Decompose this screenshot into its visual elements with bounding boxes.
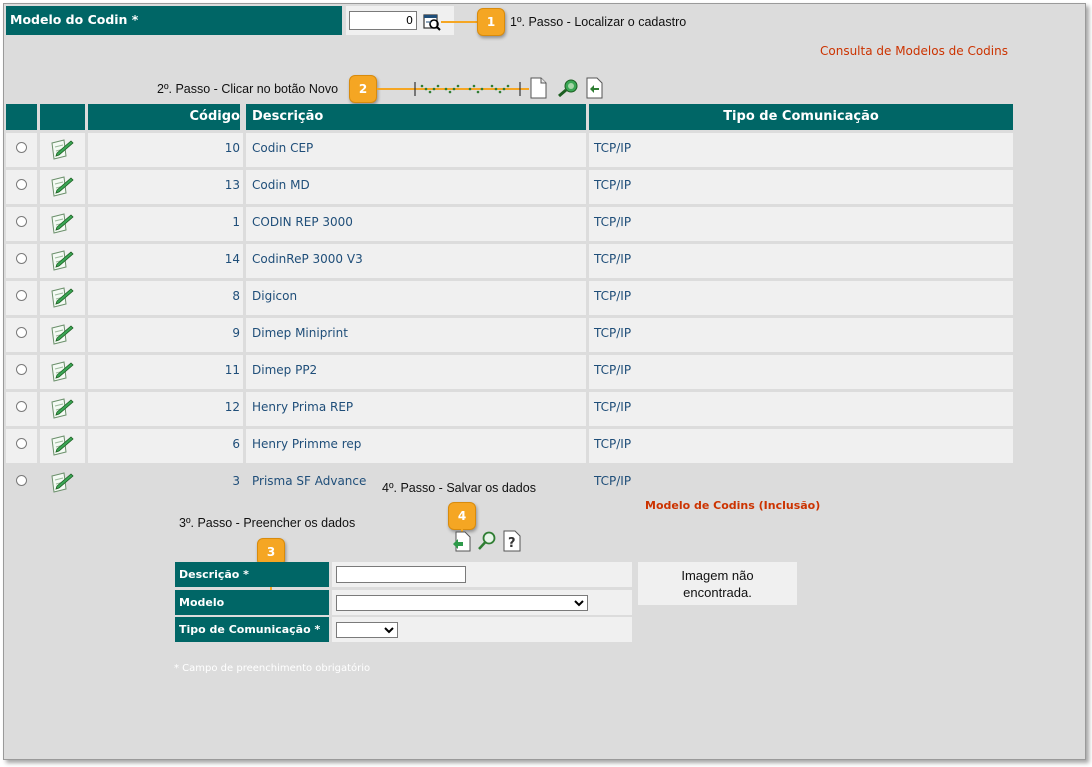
table-row-tipo-cell (589, 244, 1013, 278)
save-icon[interactable] (450, 530, 472, 552)
table-cell-tipo: TCP/IP (594, 289, 632, 303)
form-title: Modelo de Codins (Inclusão) (645, 499, 821, 512)
table-row-tipo-cell (589, 207, 1013, 241)
table-row-tipo-cell (589, 429, 1013, 463)
table-cell-codigo: 10 (224, 141, 240, 155)
row-select-radio[interactable] (16, 475, 27, 486)
table-row-tipo-cell (589, 466, 1013, 500)
table-row-tipo-cell (589, 392, 1013, 426)
table-cell-tipo: TCP/IP (594, 363, 632, 377)
table-header-radio-col (6, 104, 37, 130)
edit-record-icon[interactable] (49, 322, 75, 346)
table-row-tipo-cell (589, 170, 1013, 204)
table-row-tipo-cell (589, 133, 1013, 167)
edit-record-icon[interactable] (49, 137, 75, 161)
row-select-radio[interactable] (16, 290, 27, 301)
table-cell-descricao[interactable]: Prisma SF Advance (252, 474, 366, 488)
row-select-radio[interactable] (16, 438, 27, 449)
image-placeholder-line2: encontrada. (683, 585, 752, 600)
tipo-comunicacao-select[interactable] (336, 622, 398, 638)
table-cell-tipo: TCP/IP (594, 474, 632, 488)
table-cell-tipo: TCP/IP (594, 178, 632, 192)
pager-dots-icon[interactable] (414, 80, 522, 98)
edit-record-icon[interactable] (49, 396, 75, 420)
table-cell-codigo: 3 (232, 474, 240, 488)
table-header-edit-col (40, 104, 85, 130)
table-cell-descricao[interactable]: Codin CEP (252, 141, 313, 155)
row-select-radio[interactable] (16, 401, 27, 412)
row-select-radio[interactable] (16, 327, 27, 338)
modelo-select[interactable] (336, 595, 588, 611)
table-cell-descricao[interactable]: Codin MD (252, 178, 310, 192)
table-cell-tipo: TCP/IP (594, 252, 632, 266)
table-cell-codigo: 9 (232, 326, 240, 340)
search-icon[interactable] (556, 78, 580, 98)
search-icon[interactable] (477, 530, 497, 552)
table-cell-descricao[interactable]: CodinReP 3000 V3 (252, 252, 363, 266)
tipo-comunicacao-label: Tipo de Comunicação * (175, 617, 329, 642)
table-cell-codigo: 6 (232, 437, 240, 451)
callout-1-line (441, 21, 479, 23)
edit-record-icon[interactable] (49, 285, 75, 309)
table-header-descricao[interactable]: Descrição (246, 104, 586, 130)
table-cell-codigo: 12 (224, 400, 240, 414)
descricao-input[interactable] (336, 566, 466, 583)
row-select-radio[interactable] (16, 179, 27, 190)
table-row-tipo-cell (589, 318, 1013, 352)
image-placeholder: Imagem não encontrada. (638, 562, 797, 605)
image-placeholder-line1: Imagem não (681, 568, 754, 583)
callout-1: 1 (477, 8, 505, 36)
modelo-label: Modelo (175, 590, 329, 615)
callout-2: 2 (349, 75, 377, 103)
new-document-icon[interactable] (529, 77, 547, 99)
table-cell-descricao[interactable]: Henry Primme rep (252, 437, 361, 451)
modelo-codin-input[interactable] (349, 11, 417, 30)
locate-record-icon[interactable] (423, 13, 441, 31)
table-cell-tipo: TCP/IP (594, 437, 632, 451)
table-header-codigo[interactable]: Código (88, 104, 240, 130)
table-cell-tipo: TCP/IP (594, 400, 632, 414)
svg-text:?: ? (508, 536, 516, 551)
table-cell-codigo: 8 (232, 289, 240, 303)
table-cell-tipo: TCP/IP (594, 326, 632, 340)
table-row-tipo-cell (589, 281, 1013, 315)
table-cell-descricao[interactable]: Dimep Miniprint (252, 326, 348, 340)
step-3-text: 3º. Passo - Preencher os dados (179, 516, 356, 530)
edit-record-icon[interactable] (49, 211, 75, 235)
table-cell-tipo: TCP/IP (594, 141, 632, 155)
modelo-codin-label: Modelo do Codin * (6, 6, 342, 35)
table-cell-descricao[interactable]: Digicon (252, 289, 297, 303)
export-icon[interactable] (585, 77, 603, 99)
edit-record-icon[interactable] (49, 248, 75, 272)
table-cell-tipo: TCP/IP (594, 215, 632, 229)
step-1-text: 1º. Passo - Localizar o cadastro (510, 15, 687, 29)
table-cell-codigo: 14 (224, 252, 240, 266)
table-row-tipo-cell (589, 355, 1013, 389)
row-select-radio[interactable] (16, 142, 27, 153)
row-select-radio[interactable] (16, 364, 27, 375)
descricao-label: Descrição * (175, 562, 329, 587)
step-4-text: 4º. Passo - Salvar os dados (382, 481, 536, 495)
row-select-radio[interactable] (16, 253, 27, 264)
table-cell-codigo: 1 (232, 215, 240, 229)
edit-record-icon[interactable] (49, 470, 75, 494)
consulta-title: Consulta de Modelos de Codins (820, 44, 1008, 58)
required-footnote: * Campo de preenchimento obrigatório (174, 663, 371, 674)
edit-record-icon[interactable] (49, 359, 75, 383)
row-select-radio[interactable] (16, 216, 27, 227)
table-cell-codigo: 13 (224, 178, 240, 192)
edit-record-icon[interactable] (49, 433, 75, 457)
callout-4: 4 (448, 502, 476, 530)
edit-record-icon[interactable] (49, 174, 75, 198)
help-icon[interactable]: ? (502, 530, 522, 552)
table-cell-codigo: 11 (224, 363, 240, 377)
table-header-tipo[interactable]: Tipo de Comunicação (589, 104, 1013, 130)
step-2-text: 2º. Passo - Clicar no botão Novo (157, 82, 339, 96)
table-cell-descricao[interactable]: CODIN REP 3000 (252, 215, 353, 229)
table-cell-descricao[interactable]: Henry Prima REP (252, 400, 353, 414)
table-cell-descricao[interactable]: Dimep PP2 (252, 363, 317, 377)
